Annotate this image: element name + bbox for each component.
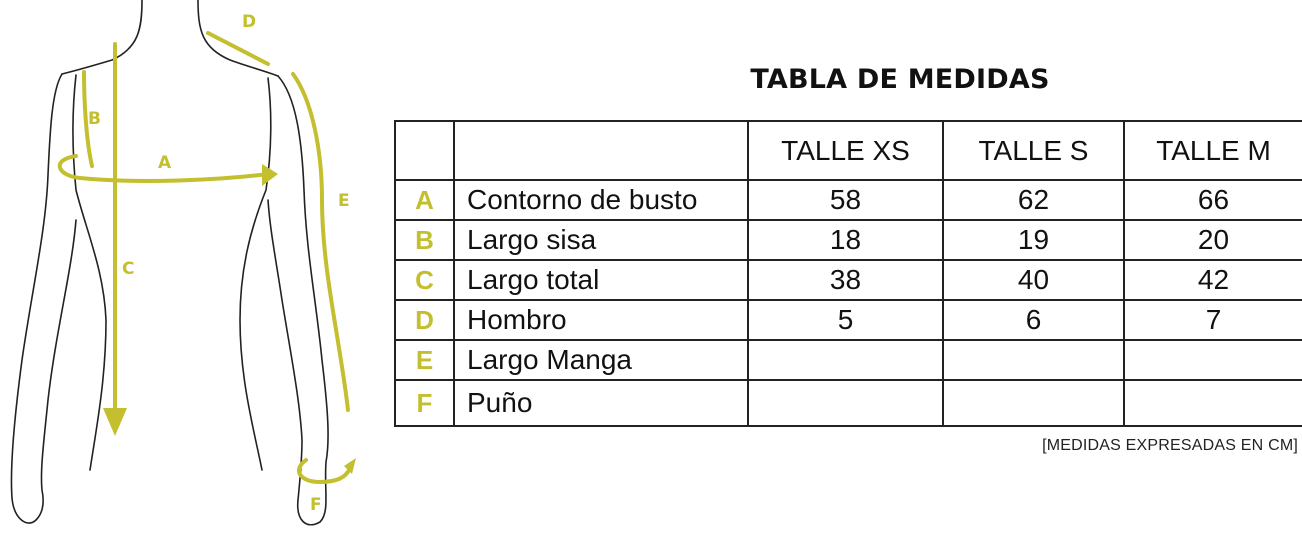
row-name: Largo Manga xyxy=(453,339,749,381)
row-code: A xyxy=(394,179,455,221)
row-value-s: 40 xyxy=(942,259,1125,301)
row-code: C xyxy=(394,259,455,301)
label-f: F xyxy=(310,495,322,515)
row-value-m xyxy=(1123,339,1302,381)
row-name: Largo sisa xyxy=(453,219,749,261)
row-value-m: 7 xyxy=(1123,299,1302,341)
total-length-arrow-icon xyxy=(103,408,127,436)
row-value-s: 19 xyxy=(942,219,1125,261)
units-note: [MEDIDAS EXPRESADAS EN CM] xyxy=(1042,437,1298,454)
row-value-xs: 5 xyxy=(747,299,944,341)
header-cell-name xyxy=(453,120,749,181)
header-cell-s: TALLE S xyxy=(942,120,1125,181)
label-c: C xyxy=(122,259,134,279)
table-row: A Contorno de busto 58 62 66 xyxy=(394,179,1302,221)
row-value-s: 6 xyxy=(942,299,1125,341)
label-d: D xyxy=(242,12,256,32)
header-cell-m: TALLE M xyxy=(1123,120,1302,181)
table-row: E Largo Manga xyxy=(394,339,1302,381)
row-code: D xyxy=(394,299,455,341)
cuff-measure-line xyxy=(297,458,352,485)
row-value-xs: 18 xyxy=(747,219,944,261)
header-cell-xs: TALLE XS xyxy=(747,120,944,181)
measurements-table: TALLE XS TALLE S TALLE M A Contorno de b… xyxy=(394,120,1302,427)
row-value-xs: 38 xyxy=(747,259,944,301)
measure-lines xyxy=(57,31,352,485)
row-value-xs xyxy=(747,379,944,427)
shoulder-measure-line xyxy=(206,31,270,66)
row-code: B xyxy=(394,219,455,261)
row-value-s xyxy=(942,339,1125,381)
row-value-xs xyxy=(747,339,944,381)
row-value-xs: 58 xyxy=(747,179,944,221)
row-value-m: 66 xyxy=(1123,179,1302,221)
table-row: D Hombro 5 6 7 xyxy=(394,299,1302,341)
table-row: F Puño xyxy=(394,379,1302,427)
bust-arrow-icon xyxy=(262,164,278,186)
label-b: B xyxy=(88,109,101,129)
row-name: Contorno de busto xyxy=(453,179,749,221)
row-value-m: 42 xyxy=(1123,259,1302,301)
row-value-s xyxy=(942,379,1125,427)
table-row: C Largo total 38 40 42 xyxy=(394,259,1302,301)
row-name: Largo total xyxy=(453,259,749,301)
row-value-m: 20 xyxy=(1123,219,1302,261)
row-name: Hombro xyxy=(453,299,749,341)
row-name: Puño xyxy=(453,379,749,427)
row-value-s: 62 xyxy=(942,179,1125,221)
sleeve-measure-line xyxy=(291,72,350,412)
table-header-row: TALLE XS TALLE S TALLE M xyxy=(394,120,1302,181)
page-title: TABLA DE MEDIDAS xyxy=(750,64,1050,95)
table-row: B Largo sisa 18 19 20 xyxy=(394,219,1302,261)
body-outline xyxy=(10,0,329,526)
arrow-heads xyxy=(103,164,356,474)
label-e: E xyxy=(338,191,350,211)
body-measurement-diagram: D B A C E F xyxy=(10,0,356,526)
row-value-m xyxy=(1123,379,1302,427)
label-a: A xyxy=(158,153,172,173)
header-cell-code xyxy=(394,120,455,181)
row-code: E xyxy=(394,339,455,381)
row-code: F xyxy=(394,379,455,427)
